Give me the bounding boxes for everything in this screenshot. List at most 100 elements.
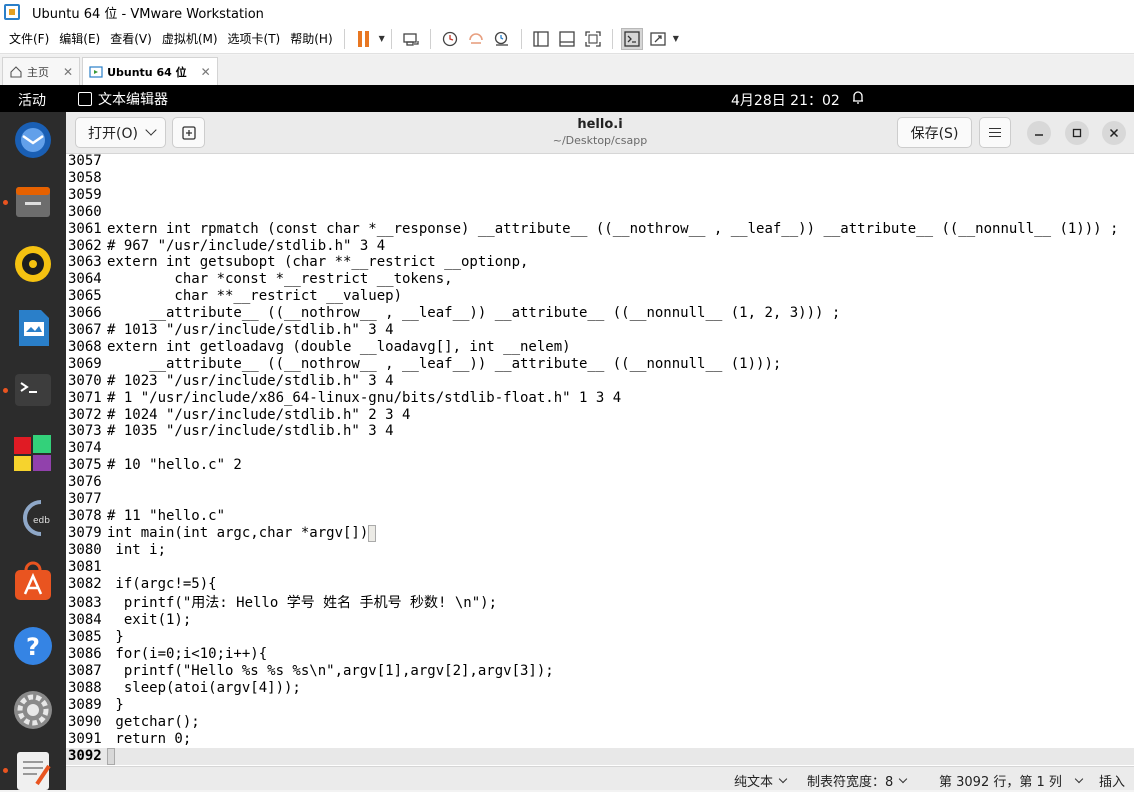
console-view-icon[interactable] (620, 27, 643, 50)
snapshot-manager-icon[interactable] (491, 28, 513, 50)
code-line[interactable]: 3077 (66, 491, 1134, 508)
code-line[interactable]: 3090 getchar(); (66, 714, 1134, 731)
maximize-button[interactable] (1065, 121, 1089, 145)
line-number: 3058 (68, 169, 102, 186)
code-line[interactable]: 3083 printf("用法: Hello 学号 姓名 手机号 秒数! \n"… (66, 595, 1134, 612)
code-line[interactable]: 3085 } (66, 629, 1134, 646)
line-number: 3070 (68, 372, 102, 389)
svg-text:edb: edb (33, 516, 50, 526)
code-line[interactable]: 3066 __attribute__ ((__nothrow__ , __lea… (66, 305, 1134, 322)
save-button[interactable]: 保存(S) (897, 117, 972, 148)
tab-home[interactable]: 主页 ✕ (2, 57, 81, 85)
line-number: 3060 (68, 203, 102, 220)
menu-help[interactable]: 帮助(H) (285, 24, 337, 54)
code-line[interactable]: 3067 # 1013 "/usr/include/stdlib.h" 3 4 (66, 322, 1134, 339)
code-line[interactable]: 3068 extern int getloadavg (double __load… (66, 339, 1134, 356)
code-line[interactable]: 3081 (66, 559, 1134, 576)
text-view[interactable]: 3057 3058 3059 3060 3061 extern int rpmatch (… (66, 154, 1134, 766)
stretch-view-icon[interactable] (647, 28, 669, 50)
menu-view[interactable]: 查看(V) (105, 24, 157, 54)
alarm-bell-icon (853, 91, 863, 104)
close-icon[interactable]: ✕ (63, 65, 73, 79)
pause-dropdown-icon[interactable]: ▼ (379, 34, 385, 43)
code-line[interactable]: 3089 } (66, 697, 1134, 714)
minimize-button[interactable] (1027, 121, 1051, 145)
fullscreen-icon[interactable] (582, 28, 604, 50)
close-icon (1109, 128, 1119, 138)
code-line[interactable]: 3072 # 1024 "/usr/include/stdlib.h" 2 3 4 (66, 407, 1134, 424)
home-icon (10, 65, 22, 78)
app-menu[interactable]: 文本编辑器 (78, 89, 168, 109)
menu-vm[interactable]: 虚拟机(M) (157, 24, 223, 54)
code-line[interactable]: 3058 (66, 170, 1134, 187)
bracket-highlight (368, 524, 377, 542)
cursor-position-selector[interactable]: 第 3092 行，第 1 列 (939, 771, 1084, 790)
code-line[interactable]: 3073 # 1035 "/usr/include/stdlib.h" 3 4 (66, 423, 1134, 440)
libreoffice-writer-icon[interactable] (11, 306, 55, 350)
code-line[interactable]: 3057 (66, 154, 1134, 170)
code-line[interactable]: 3086 for(i=0;i<10;i++){ (66, 646, 1134, 663)
code-line[interactable]: 3062 # 967 "/usr/include/stdlib.h" 3 4 (66, 238, 1134, 255)
revert-snapshot-icon[interactable] (465, 28, 487, 50)
activities-button[interactable]: 活动 (18, 90, 46, 110)
tab-ubuntu[interactable]: Ubuntu 64 位 ✕ (82, 57, 218, 85)
line-number: 3078 (68, 507, 102, 524)
menu-edit[interactable]: 编辑(E) (54, 24, 105, 54)
terminal-icon[interactable] (11, 368, 55, 412)
send-ctrl-alt-del-icon[interactable] (400, 28, 422, 50)
line-number: 3071 (68, 389, 102, 406)
line-number: 3081 (68, 558, 102, 575)
language-selector[interactable]: 纯文本 (734, 771, 788, 790)
code-line[interactable]: 3069 __attribute__ ((__nothrow__ , __lea… (66, 356, 1134, 373)
code-line[interactable]: 3080 int i; (66, 542, 1134, 559)
code-line[interactable]: 3088 sleep(atoi(argv[4])); (66, 680, 1134, 697)
code-line[interactable]: 3084 exit(1); (66, 612, 1134, 629)
text-editor-dock-icon[interactable] (11, 748, 55, 792)
tab-ubuntu-label: Ubuntu 64 位 (107, 65, 187, 79)
help-icon[interactable]: ? (11, 624, 55, 668)
status-bar: 纯文本 制表符宽度：8 第 3092 行，第 1 列 插入 (66, 766, 1134, 790)
code-line[interactable]: 3082 if(argc!=5){ (66, 576, 1134, 593)
code-line[interactable]: 3059 (66, 187, 1134, 204)
menu-tabs[interactable]: 选项卡(T) (223, 24, 286, 54)
code-line[interactable]: 3075 # 10 "hello.c" 2 (66, 457, 1134, 474)
pause-icon[interactable] (353, 28, 375, 50)
rhythmbox-icon[interactable] (11, 242, 55, 286)
code-line[interactable]: 3078 # 11 "hello.c" (66, 508, 1134, 525)
clock[interactable]: 4月28日 21：02 (731, 90, 840, 110)
code-line[interactable]: 3087 printf("Hello %s %s %s\n",argv[1],a… (66, 663, 1134, 680)
code-line[interactable]: 3071 # 1 "/usr/include/x86_64-linux-gnu/b… (66, 390, 1134, 407)
app-menu-label: 文本编辑器 (98, 92, 168, 108)
code-line[interactable]: 3074 (66, 440, 1134, 457)
code-line[interactable]: 3060 (66, 204, 1134, 221)
tab-width-selector[interactable]: 制表符宽度：8 (807, 771, 908, 790)
menu-file[interactable]: 文件(F) (0, 24, 54, 54)
code-line[interactable]: 3061 extern int rpmatch (const char *__re… (66, 221, 1134, 238)
thunderbird-icon[interactable] (11, 118, 55, 162)
line-number: 3087 (68, 663, 102, 679)
library-view-icon[interactable] (530, 28, 552, 50)
software-center-icon[interactable] (11, 560, 55, 604)
code-line[interactable]: 3092 (66, 747, 1134, 765)
thumbnail-view-icon[interactable] (556, 28, 578, 50)
code-line[interactable]: 3091 return 0; (66, 731, 1134, 748)
line-text: } (107, 629, 124, 646)
close-button[interactable] (1102, 121, 1126, 145)
main-menu-button[interactable] (979, 117, 1011, 148)
code-line[interactable]: 3079 int main(int argc,char *argv[]) (66, 524, 1134, 542)
line-number: 3086 (68, 646, 102, 663)
files-icon[interactable] (11, 180, 55, 224)
code-line[interactable]: 3063 extern int getsubopt (char **__restr… (66, 254, 1134, 271)
code-line[interactable]: 3070 # 1023 "/usr/include/stdlib.h" 3 4 (66, 373, 1134, 390)
edb-debugger-icon[interactable]: edb (11, 496, 55, 540)
line-number: 3062 (68, 237, 102, 254)
settings-icon[interactable] (11, 688, 55, 732)
stretch-dropdown-icon[interactable]: ▼ (673, 34, 679, 43)
cube-app-icon[interactable] (11, 431, 55, 475)
snapshot-icon[interactable] (439, 28, 461, 50)
insert-mode-indicator[interactable]: 插入 (1099, 771, 1125, 790)
close-icon[interactable]: ✕ (201, 65, 211, 79)
code-line[interactable]: 3065 char **__restrict __valuep) (66, 288, 1134, 305)
code-line[interactable]: 3064 char *const *__restrict __tokens, (66, 271, 1134, 288)
code-line[interactable]: 3076 (66, 474, 1134, 491)
